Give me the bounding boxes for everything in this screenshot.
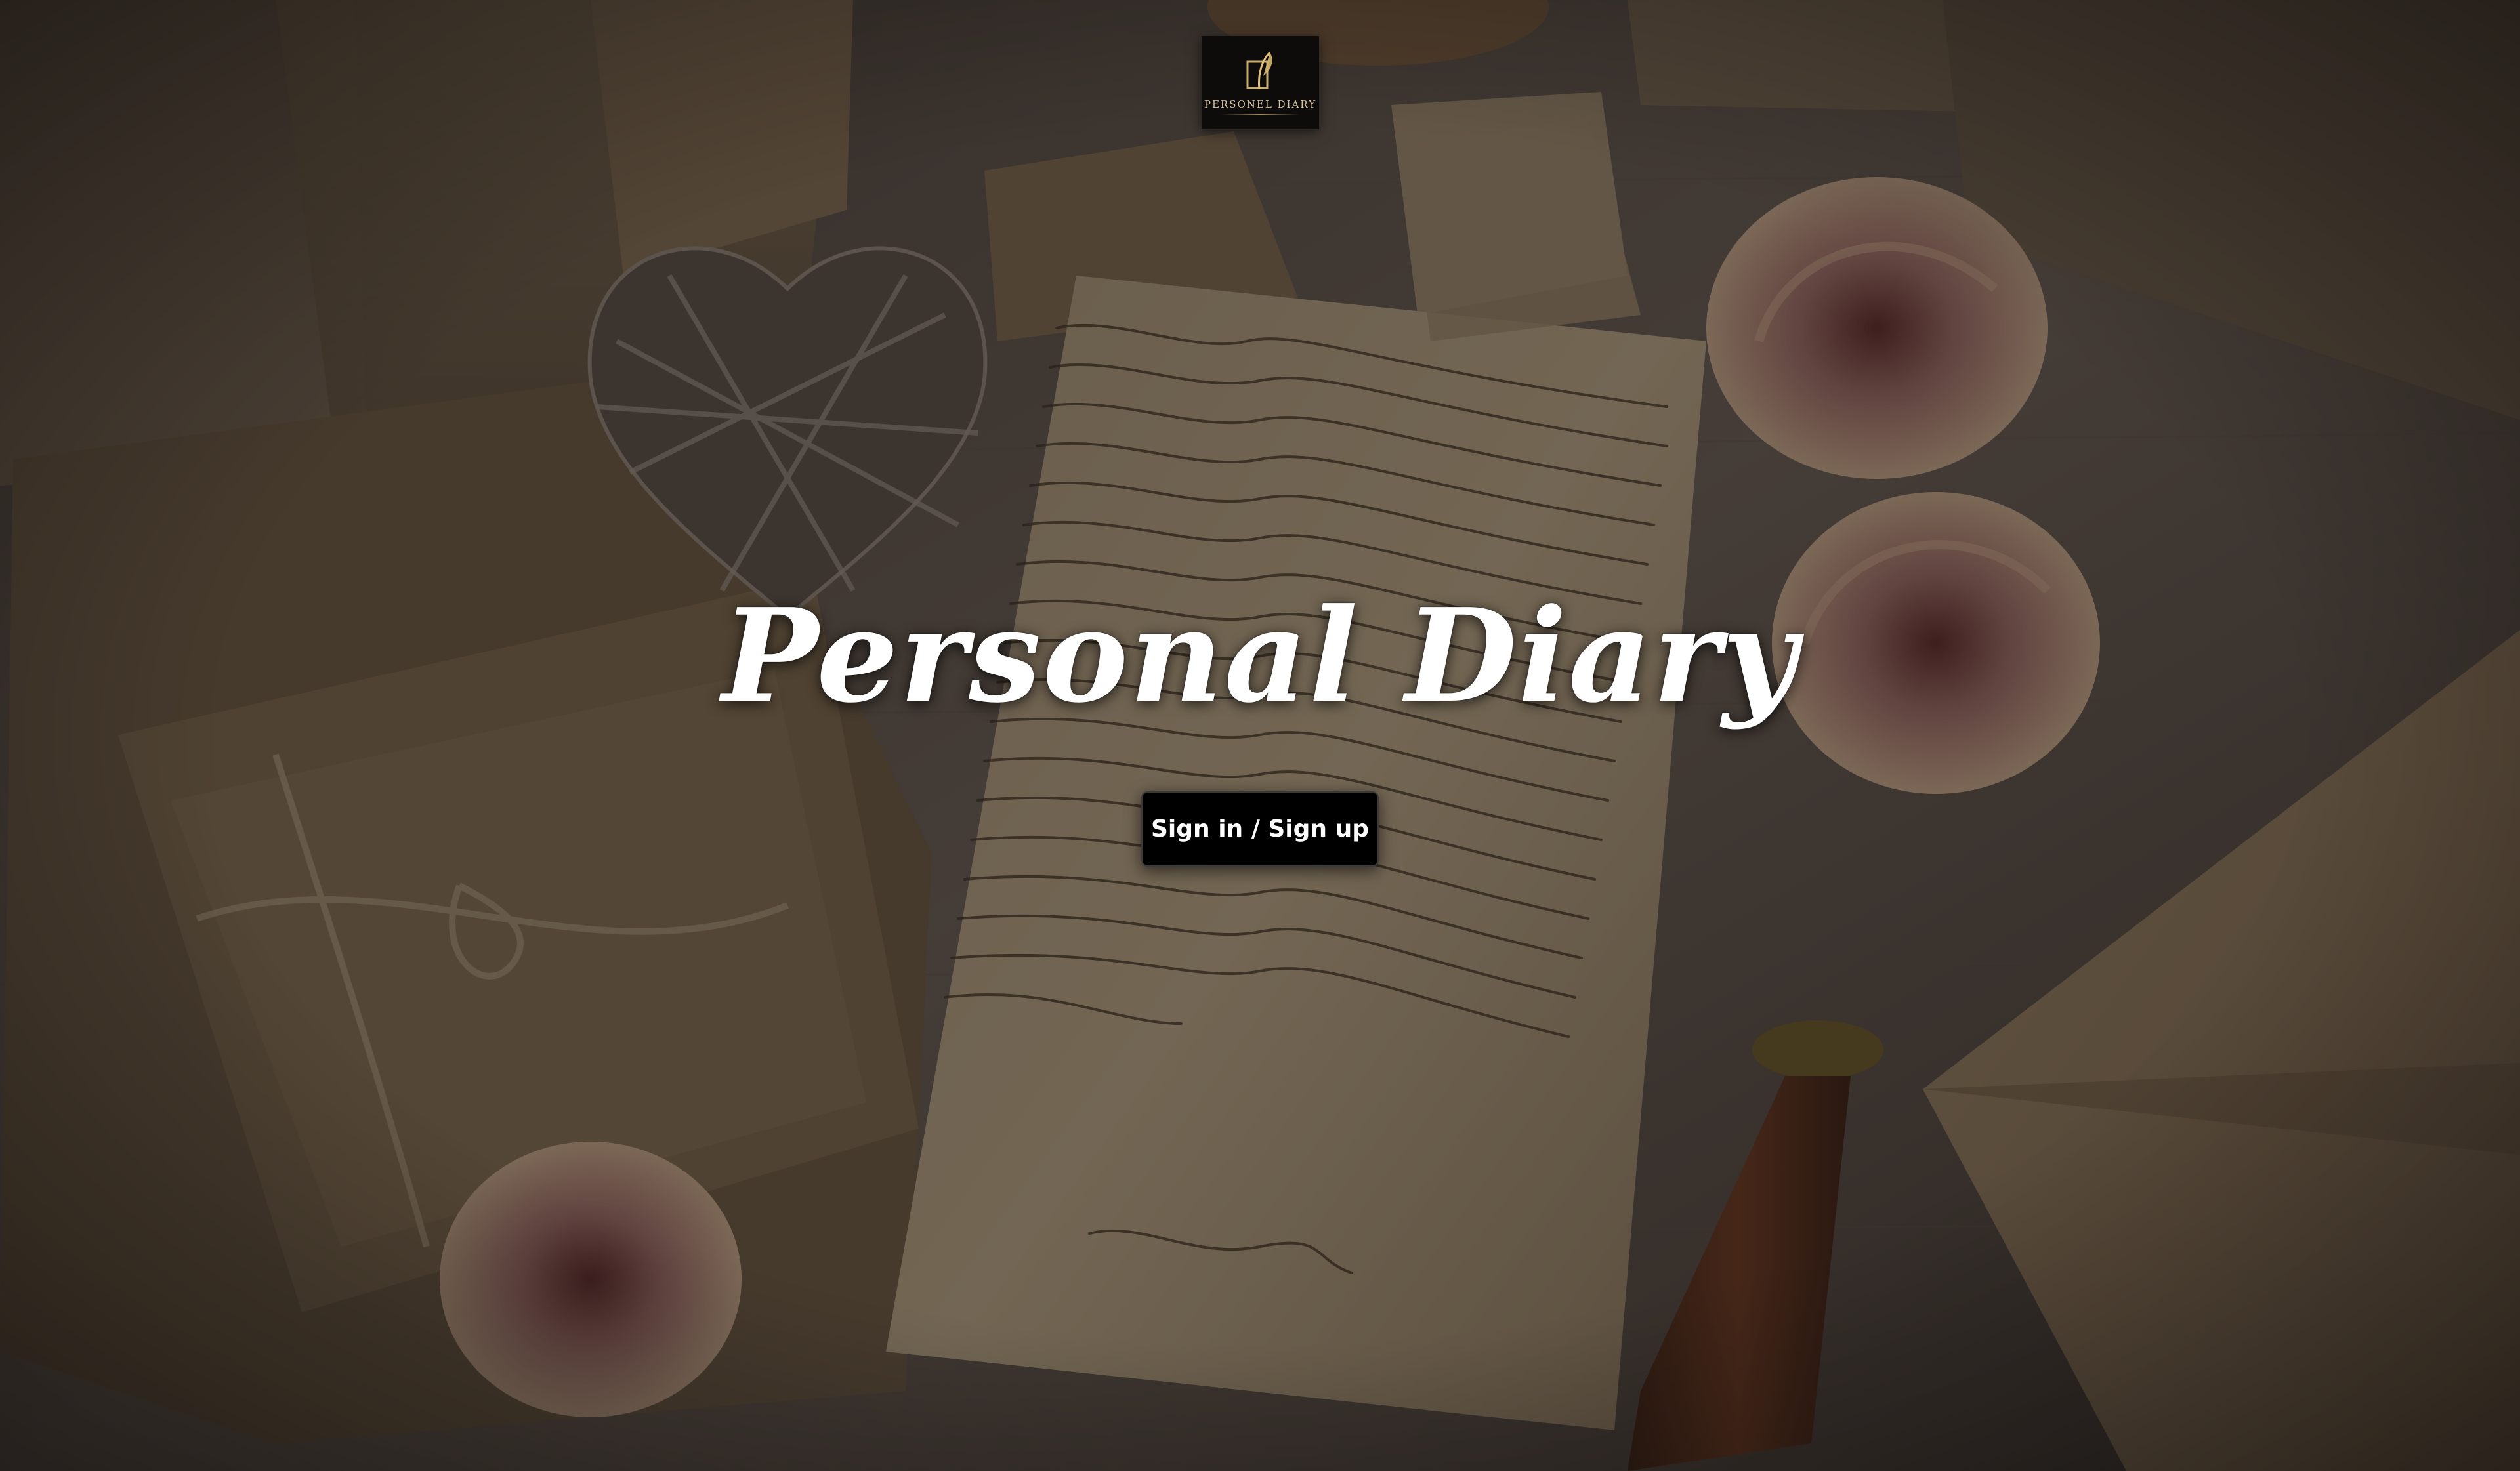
site-logo[interactable]: PERSONEL DIARY — [1202, 36, 1319, 129]
quill-book-icon — [1246, 51, 1272, 90]
desk-letter-background-image — [0, 0, 2520, 1471]
logo-divider — [1221, 114, 1300, 115]
logo-name: PERSONEL DIARY — [1204, 98, 1317, 110]
landing-page: PERSONEL DIARY Personal Diary Sign in / … — [0, 0, 2520, 1471]
page-title: Personal Diary — [722, 581, 1798, 732]
sign-in-sign-up-button[interactable]: Sign in / Sign up — [1141, 791, 1379, 867]
